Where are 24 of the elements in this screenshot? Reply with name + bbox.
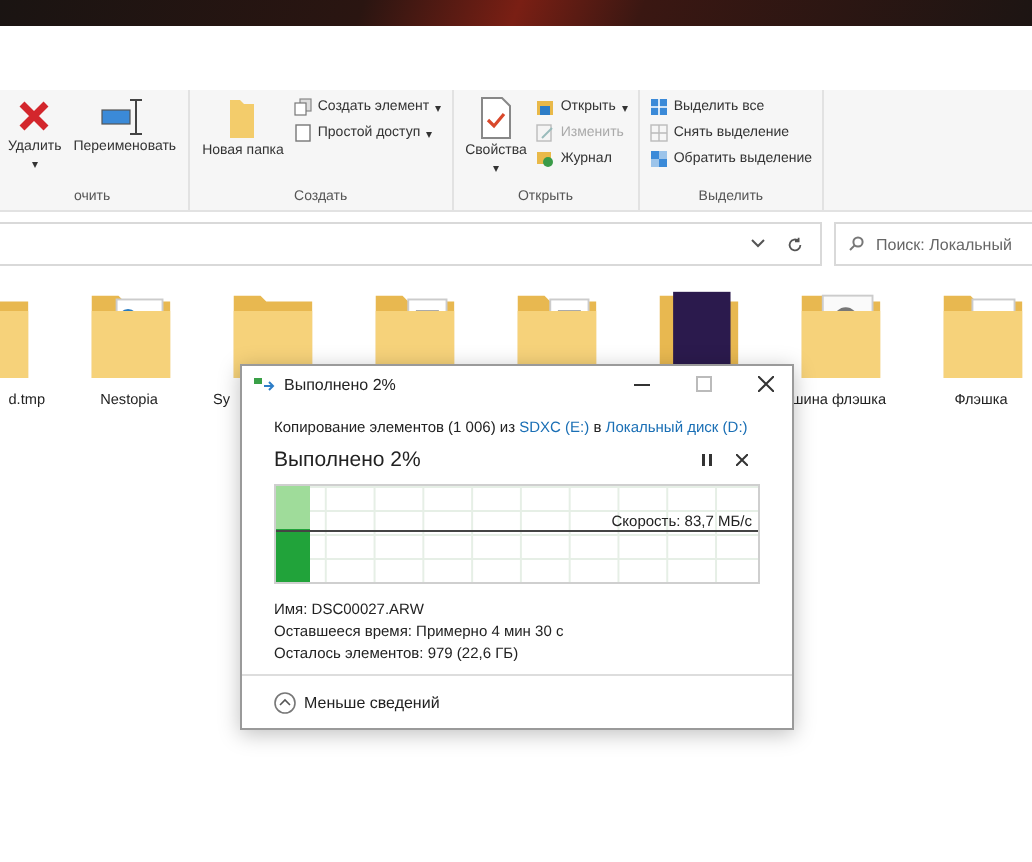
minimize-icon [633, 383, 649, 385]
less-details-button[interactable]: Меньше сведений [274, 691, 440, 713]
folder-icon [228, 96, 257, 140]
grid-icon [649, 150, 668, 168]
search-field[interactable]: Поиск: Локальный [834, 222, 1032, 266]
page-icon [293, 124, 312, 142]
search-icon [848, 236, 864, 252]
pause-icon [701, 454, 711, 466]
new-item-icon [293, 98, 312, 116]
open-folder-icon [536, 98, 555, 116]
chevron-down-icon [750, 238, 766, 250]
grid-icon [649, 124, 668, 142]
progress-heading: Выполнено 2% [274, 448, 423, 472]
close-icon [736, 454, 748, 466]
close-icon [757, 376, 773, 392]
checklist-page-icon [477, 96, 514, 140]
grid-icon [649, 98, 668, 116]
maximize-icon [695, 376, 711, 392]
history-icon [536, 150, 555, 168]
chevron-up-circle-icon [274, 691, 296, 713]
copy-icon [254, 376, 276, 392]
window-title: Выполнено 2% [284, 375, 398, 393]
edit-page-icon [536, 124, 555, 142]
refresh-icon[interactable] [786, 235, 804, 253]
